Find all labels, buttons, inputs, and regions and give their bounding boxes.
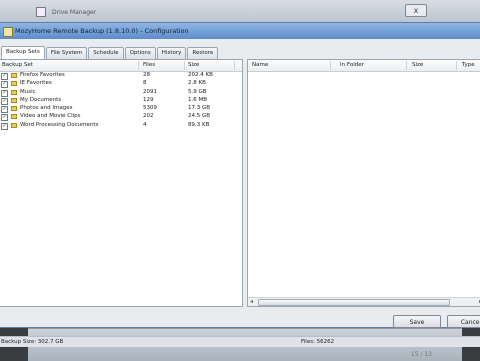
row-files: 129 <box>143 96 154 103</box>
tab-file-system[interactable]: File System <box>45 47 88 59</box>
app-icon <box>36 7 46 17</box>
tab-restore[interactable]: Restore <box>187 47 219 59</box>
row-size: 2.8 KB <box>188 80 206 87</box>
save-button[interactable]: Save <box>393 315 441 328</box>
row-name: Music <box>20 88 36 95</box>
backup-set-icon <box>11 114 17 120</box>
checkbox[interactable]: ✓ <box>1 122 8 130</box>
row-files: 8 <box>143 80 147 87</box>
row-files: 5309 <box>143 105 157 112</box>
row-size: 24.5 GB <box>188 113 211 120</box>
column-backup-set[interactable]: Backup Set <box>2 62 33 68</box>
row-size: 1.6 MB <box>188 96 208 103</box>
row-files: 4 <box>143 121 147 128</box>
column-files[interactable]: Files <box>143 62 155 68</box>
row-name: Video and Movie Clips <box>20 113 81 120</box>
backup-set-icon <box>11 73 17 78</box>
files-count-status: Files: 56262 <box>301 339 335 345</box>
tab-schedule[interactable]: Schedule <box>88 47 124 59</box>
checkbox[interactable]: ✓ <box>1 81 8 89</box>
backup-size-status: Backup Size: 302.7 GB <box>1 339 64 345</box>
backup-set-icon <box>11 97 17 103</box>
column-size[interactable]: Size <box>412 62 423 68</box>
backup-set-icon <box>11 106 17 112</box>
checkbox[interactable]: ✓ <box>1 106 8 114</box>
row-size: 202.4 KB <box>188 72 213 78</box>
row-files: 202 <box>143 113 154 120</box>
row-size: 17.3 GB <box>188 105 211 112</box>
checkbox[interactable]: ✓ <box>1 97 8 105</box>
backup-sets-list: Backup Set Files Size ✓ Firefox Favorite… <box>0 59 243 307</box>
row-size: 89.3 KB <box>188 121 210 128</box>
dialog-titlebar[interactable]: MozyHome Remote Backup (1.8.10.0) - Conf… <box>0 23 480 39</box>
row-files: 2091 <box>143 88 157 95</box>
background-window-title: Drive Manager <box>52 9 97 16</box>
row-name: IE Favorites <box>20 80 52 87</box>
mozy-icon <box>3 27 13 37</box>
file-list-header: Name In Folder Size Type <box>248 60 480 72</box>
checkbox[interactable]: ✓ <box>1 89 8 97</box>
column-size[interactable]: Size <box>188 62 199 68</box>
cancel-button[interactable]: Cancel <box>447 315 480 328</box>
column-type[interactable]: Type <box>462 62 475 68</box>
checkbox[interactable]: ✓ <box>1 114 8 122</box>
backup-set-icon <box>11 89 17 95</box>
horizontal-scrollbar[interactable]: ◂ ▸ <box>248 297 480 306</box>
column-in-folder[interactable]: In Folder <box>340 62 364 68</box>
backup-set-rows: ✓ Firefox Favorites 28 202.4 KB ✓ IE Fav… <box>0 72 242 130</box>
backup-set-icon <box>11 81 17 87</box>
row-name: Word Processing Documents <box>20 121 99 128</box>
column-name[interactable]: Name <box>252 62 268 68</box>
close-button[interactable]: x <box>405 4 427 17</box>
backup-set-icon <box>11 122 17 128</box>
table-row[interactable]: ✓ Music 2091 5.9 GB <box>0 89 242 97</box>
row-files: 28 <box>143 72 150 78</box>
row-size: 5.9 GB <box>188 88 207 95</box>
row-name: Firefox Favorites <box>20 72 65 78</box>
row-name: My Documents <box>20 96 62 103</box>
row-name: Photos and Images <box>20 105 73 112</box>
configuration-dialog: MozyHome Remote Backup (1.8.10.0) - Conf… <box>0 22 480 347</box>
file-list: Name In Folder Size Type ◂ ▸ <box>247 59 480 307</box>
scroll-left-icon[interactable]: ◂ <box>250 298 253 306</box>
table-row[interactable]: ✓ Video and Movie Clips 202 24.5 GB <box>0 113 242 122</box>
page-counter: 15 / 13 <box>410 351 432 358</box>
table-row[interactable]: ✓ IE Favorites 8 2.8 KB <box>0 80 242 89</box>
table-row[interactable]: ✓ Word Processing Documents 4 89.3 KB <box>0 122 242 130</box>
tab-bar: Backup Sets File System Schedule Options… <box>1 46 219 59</box>
checkbox[interactable]: ✓ <box>1 73 8 80</box>
table-row[interactable]: ✓ Photos and Images 5309 17.3 GB <box>0 105 242 114</box>
tab-backup-sets[interactable]: Backup Sets <box>1 46 45 59</box>
table-row[interactable]: ✓ My Documents 129 1.6 MB <box>0 97 242 105</box>
table-row[interactable]: ✓ Firefox Favorites 28 202.4 KB <box>0 72 242 80</box>
tab-options[interactable]: Options <box>124 47 156 59</box>
tab-history[interactable]: History <box>156 47 187 59</box>
scrollbar-thumb[interactable] <box>258 299 450 306</box>
list-header: Backup Set Files Size <box>0 60 242 72</box>
dialog-title: MozyHome Remote Backup (1.8.10.0) - Conf… <box>15 27 189 35</box>
status-bar: Backup Size: 302.7 GB Files: 56262 <box>0 336 480 347</box>
